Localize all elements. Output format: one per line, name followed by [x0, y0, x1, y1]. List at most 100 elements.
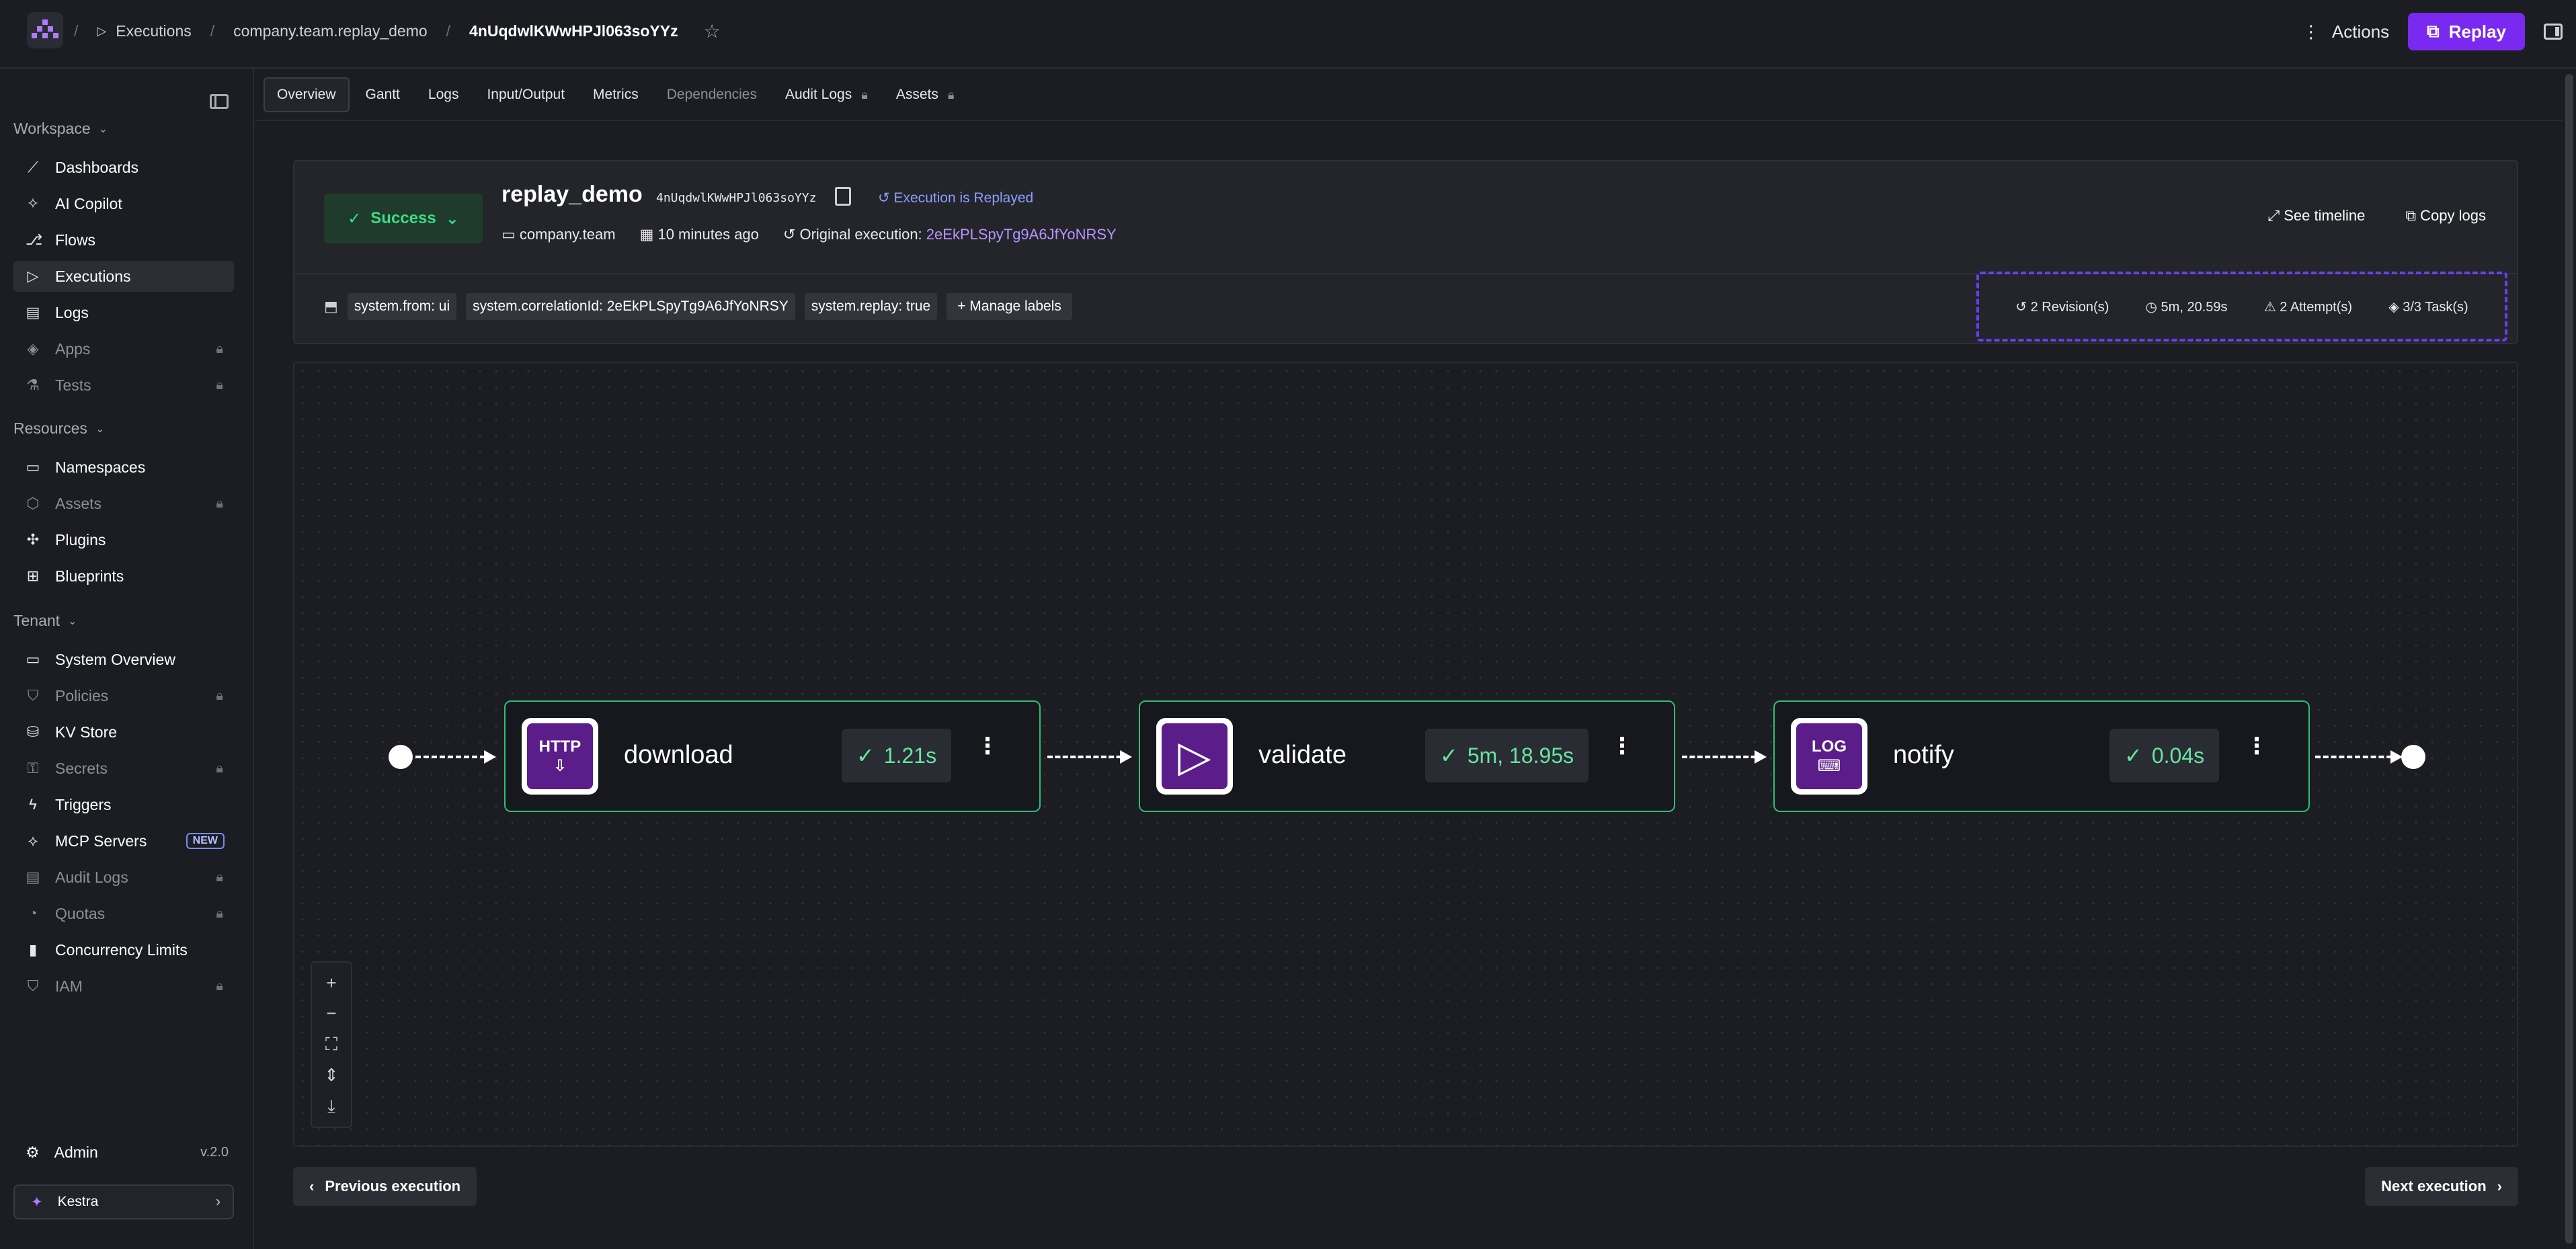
tab-logs[interactable]: Logs [416, 77, 471, 112]
task-node-validate[interactable]: ▷ validate ✓ 5m, 18.95s ⋮ [1139, 700, 1675, 812]
key-icon: ⚿ [27, 760, 39, 776]
sidebar-item-concurrency-limits[interactable]: ▮ Concurrency Limits [13, 934, 234, 965]
top-bar: / ▷ Executions / company.team.replay_dem… [0, 0, 2576, 69]
sparkles-icon: ✧ [26, 195, 40, 212]
scrollbar-thumb[interactable] [2565, 74, 2573, 1244]
http-download-icon: HTTP ⇩ [522, 718, 598, 795]
toggle-panel-icon[interactable] [2544, 24, 2563, 40]
graph-zoom-controls: + − ⛶ ⇕ ⤓ [311, 961, 352, 1128]
sidebar-item-system-overview[interactable]: ▭ System Overview [13, 644, 234, 675]
lock-icon: 🔒︎ [216, 760, 223, 776]
tab-input-output[interactable]: Input/Output [475, 77, 577, 112]
sidebar-item-namespaces[interactable]: ▭ Namespaces [13, 452, 234, 483]
chevron-left-icon: ‹ [309, 1178, 315, 1195]
flow-id: replay_demo [501, 182, 643, 207]
sidebar-item-kv-store[interactable]: ⛁ KV Store [13, 717, 234, 748]
puzzle-icon: ✣ [26, 531, 40, 548]
sidebar-item-ai-copilot[interactable]: ✧ AI Copilot [13, 188, 234, 219]
sidebar-item-executions[interactable]: ▷ Executions [13, 261, 234, 292]
sidebar-item-logs[interactable]: ▤ Logs [13, 297, 234, 328]
section-workspace[interactable]: Workspace ⌄ [13, 120, 108, 138]
star-icon[interactable]: ☆ [704, 20, 721, 42]
folder-icon: ▭ [501, 226, 520, 243]
chevron-down-icon: ⌄ [68, 615, 77, 627]
zoom-out-icon[interactable]: − [326, 1003, 336, 1024]
graph-edge [415, 750, 496, 764]
sidebar-item-iam[interactable]: ⛉ IAM 🔒︎ [13, 971, 234, 1002]
sidebar-item-quotas[interactable]: ◔ Quotas 🔒︎ [13, 898, 234, 929]
folder-icon: ▭ [26, 458, 40, 475]
see-timeline-button[interactable]: ⤢ See timeline [2268, 207, 2366, 225]
task-menu-icon[interactable]: ⋮ [1611, 735, 1634, 758]
sidebar-item-plugins[interactable]: ✣ Plugins [13, 524, 234, 555]
layers-icon: ◈ [27, 340, 39, 357]
sidebar-item-secrets[interactable]: ⚿ Secrets 🔒︎ [13, 753, 234, 784]
breadcrumb-executions[interactable]: Executions [116, 22, 192, 40]
tab-assets[interactable]: Assets 🔒︎ [884, 77, 967, 112]
task-menu-icon[interactable]: ⋮ [2245, 735, 2268, 758]
tab-dependencies[interactable]: Dependencies [655, 77, 769, 112]
sidebar-item-blueprints[interactable]: ⊞ Blueprints [13, 561, 234, 592]
tab-audit-logs[interactable]: Audit Logs 🔒︎ [773, 77, 880, 112]
zoom-in-icon[interactable]: + [326, 973, 336, 994]
execution-summary-card: ✓ Success ⌄ replay_demo 4nUqdwlKWwHPJl06… [293, 160, 2518, 344]
check-circle-icon: ✓ [856, 743, 875, 768]
lock-icon: 🔒︎ [216, 377, 223, 393]
section-tenant[interactable]: Tenant ⌄ [13, 612, 77, 630]
sidebar-item-tests[interactable]: ⚗ Tests 🔒︎ [13, 370, 234, 401]
label-chip: system.from: ui [347, 293, 457, 320]
fit-view-icon[interactable]: ⛶ [325, 1034, 337, 1055]
next-execution-button[interactable]: Next execution › [2365, 1167, 2518, 1206]
task-node-download[interactable]: HTTP ⇩ download ✓ 1.21s ⋮ [504, 700, 1041, 812]
tenant-switcher[interactable]: ✦ Kestra › [13, 1184, 234, 1219]
log-terminal-icon: LOG ⌨ [1791, 718, 1867, 795]
previous-execution-button[interactable]: ‹ Previous execution [293, 1167, 477, 1206]
actions-button[interactable]: ⋮ Actions [2302, 22, 2389, 42]
section-resources[interactable]: Resources ⌄ [13, 419, 104, 438]
new-badge: NEW [186, 833, 225, 849]
sidebar: Workspace ⌄ ⟋ Dashboards ✧ AI Copilot ⎇ Flow… [0, 69, 254, 1249]
sidebar-collapse-icon[interactable] [210, 94, 229, 109]
copy-icon: ⧉ [2405, 207, 2421, 224]
download-icon[interactable]: ⤓ [327, 1096, 335, 1117]
copy-logs-button[interactable]: ⧉ Copy logs [2405, 207, 2486, 225]
task-duration: ✓ 0.04s [2109, 729, 2220, 782]
sidebar-item-dashboards[interactable]: ⟋ Dashboards [13, 152, 234, 183]
sidebar-item-mcp-servers[interactable]: ⟡ MCP Servers NEW [13, 825, 234, 856]
tab-overview[interactable]: Overview [264, 77, 350, 112]
status-dropdown[interactable]: ✓ Success ⌄ [324, 194, 483, 243]
task-node-notify[interactable]: LOG ⌨ notify ✓ 0.04s ⋮ [1773, 700, 2310, 812]
revisions-stat: ↺ 2 Revision(s) [2015, 299, 2109, 315]
sidebar-item-triggers[interactable]: ϟ Triggers [13, 789, 234, 820]
sidebar-item-audit-logs[interactable]: ▤ Audit Logs 🔒︎ [13, 862, 234, 893]
breadcrumb-flow[interactable]: company.team.replay_demo [233, 22, 428, 40]
label-chip: system.replay: true [804, 293, 938, 320]
execution-tabs: Overview Gantt Logs Input/Output Metrics… [255, 70, 2563, 121]
manage-labels-button[interactable]: + Manage labels [947, 293, 1072, 320]
align-icon[interactable]: ⇕ [324, 1065, 339, 1086]
kestra-logo[interactable] [27, 12, 63, 48]
replay-icon: ↺ [878, 190, 894, 206]
scrollbar[interactable] [2563, 69, 2576, 1249]
attempts-icon: ⚠ [2263, 299, 2280, 315]
tab-metrics[interactable]: Metrics [581, 77, 651, 112]
replay-button[interactable]: ⧉ Replay [2408, 13, 2525, 50]
sidebar-item-policies[interactable]: ⛉ Policies 🔒︎ [13, 680, 234, 711]
copy-icon[interactable] [835, 187, 851, 206]
sidebar-item-apps[interactable]: ◈ Apps 🔒︎ [13, 333, 234, 364]
sidebar-item-flows[interactable]: ⎇ Flows [13, 225, 234, 255]
top-actions: ⋮ Actions ⧉ Replay [2302, 13, 2563, 50]
original-execution-link[interactable]: 2eEkPLSpyTg9A6JfYoNRSY [926, 226, 1117, 243]
task-menu-icon[interactable]: ⋮ [976, 735, 999, 758]
graph-edge [2315, 750, 2403, 764]
time-ago: ▦ 10 minutes ago [639, 226, 759, 243]
admin-settings[interactable]: ⚙ Admin v.2.0 [13, 1139, 234, 1166]
lock-icon: 🔒︎ [216, 869, 223, 885]
task-name: validate [1258, 741, 1346, 769]
tab-gantt[interactable]: Gantt [354, 77, 412, 112]
sidebar-item-assets[interactable]: ⬡ Assets 🔒︎ [13, 488, 234, 519]
topology-graph[interactable]: HTTP ⇩ download ✓ 1.21s ⋮ ▷ validate ✓ 5m, … [293, 362, 2518, 1147]
task-name: download [624, 741, 733, 769]
mcp-icon: ⟡ [28, 832, 38, 849]
tag-icon: ⬒ [324, 298, 338, 315]
